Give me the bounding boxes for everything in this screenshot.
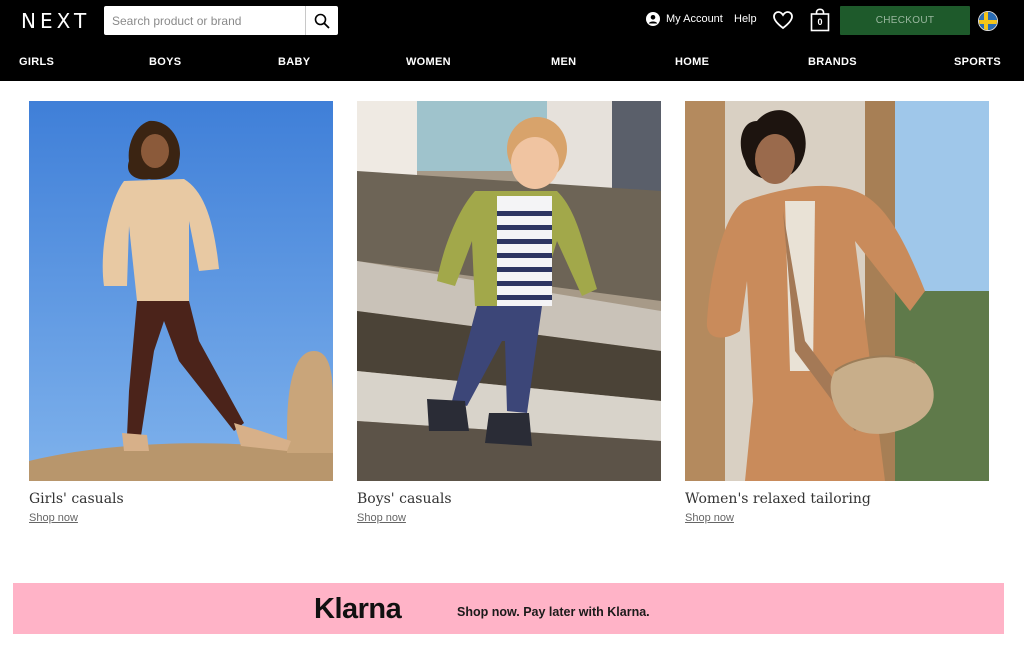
account-icon <box>646 12 660 26</box>
card-title: Girls' casuals <box>29 491 124 507</box>
nav-brands[interactable]: BRANDS <box>808 56 857 68</box>
category-card-girls: Girls' casuals Shop now <box>29 101 333 526</box>
nav-baby[interactable]: BABY <box>278 56 310 68</box>
sweden-flag-icon <box>979 12 997 30</box>
womens-tailoring-image[interactable] <box>685 101 989 481</box>
card-title: Women's relaxed tailoring <box>685 491 871 507</box>
my-account-link[interactable]: My Account <box>646 12 723 26</box>
shop-now-link[interactable]: Shop now <box>357 512 406 524</box>
category-card-boys: Boys' casuals Shop now <box>357 101 661 526</box>
category-card-women: Women's relaxed tailoring Shop now <box>685 101 989 526</box>
bag-count: 0 <box>817 17 823 27</box>
nav-women[interactable]: WOMEN <box>406 56 451 68</box>
help-link[interactable]: Help <box>734 13 757 25</box>
boys-casuals-image[interactable] <box>357 101 661 481</box>
nav-men[interactable]: MEN <box>551 56 576 68</box>
heart-icon <box>773 11 793 30</box>
nav-boys[interactable]: BOYS <box>149 56 181 68</box>
shopping-bag-button[interactable]: 0 <box>810 8 830 37</box>
girls-casuals-image[interactable] <box>29 101 333 481</box>
klarna-banner[interactable]: Klarna Shop now. Pay later with Klarna. <box>13 583 1004 634</box>
nav-sports[interactable]: SPORTS <box>954 56 1001 68</box>
nav-home[interactable]: HOME <box>675 56 709 68</box>
klarna-logo: Klarna <box>314 593 402 625</box>
search-button[interactable] <box>305 6 338 35</box>
klarna-message: Shop now. Pay later with Klarna. <box>457 605 650 619</box>
next-logo[interactable]: NEXT <box>21 9 90 33</box>
my-account-label: My Account <box>666 13 723 25</box>
checkout-button[interactable]: CHECKOUT <box>840 6 970 35</box>
search-icon <box>314 13 330 29</box>
card-title: Boys' casuals <box>357 491 452 507</box>
shop-now-link[interactable]: Shop now <box>29 512 78 524</box>
top-header: NEXT My Account Help 0 CHECKOUT <box>0 0 1024 43</box>
shop-now-link[interactable]: Shop now <box>685 512 734 524</box>
country-selector[interactable] <box>978 11 998 31</box>
search-input[interactable] <box>104 6 305 35</box>
search-box <box>104 6 338 35</box>
main-nav: GIRLS BOYS BABY WOMEN MEN HOME BRANDS SP… <box>0 43 1024 81</box>
favourites-button[interactable] <box>772 9 794 36</box>
nav-girls[interactable]: GIRLS <box>19 56 54 68</box>
